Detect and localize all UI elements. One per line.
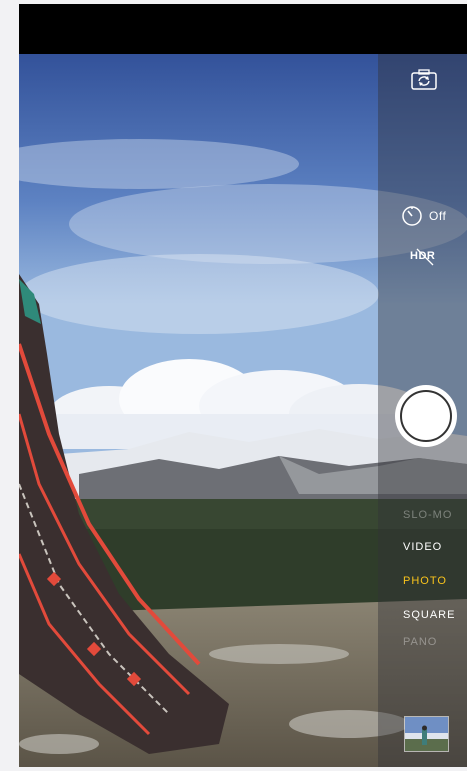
last-photo-thumbnail[interactable] xyxy=(404,716,449,752)
mode-video[interactable]: VIDEO xyxy=(403,541,442,553)
thumbnail-image xyxy=(405,717,448,751)
switch-camera-button[interactable] xyxy=(409,68,439,92)
shutter-button[interactable] xyxy=(395,385,457,447)
timer-button[interactable]: Off xyxy=(401,204,446,228)
hdr-off-icon xyxy=(416,248,434,266)
timer-icon xyxy=(402,206,422,226)
camera-screen: Off HDR SLO-MO VIDEO PHOTO SQUARE PANO xyxy=(19,4,467,767)
camera-flip-icon xyxy=(411,69,437,90)
hdr-button[interactable]: HDR xyxy=(410,248,442,266)
mode-slo-mo[interactable]: SLO-MO xyxy=(403,509,452,521)
cloud xyxy=(19,254,379,334)
timer-state-label: Off xyxy=(429,209,447,223)
shutter-inner-ring xyxy=(400,390,452,442)
mode-photo[interactable]: PHOTO xyxy=(403,575,447,587)
mode-square[interactable]: SQUARE xyxy=(403,609,455,621)
mode-pano[interactable]: PANO xyxy=(403,636,437,648)
top-bar xyxy=(19,4,467,54)
